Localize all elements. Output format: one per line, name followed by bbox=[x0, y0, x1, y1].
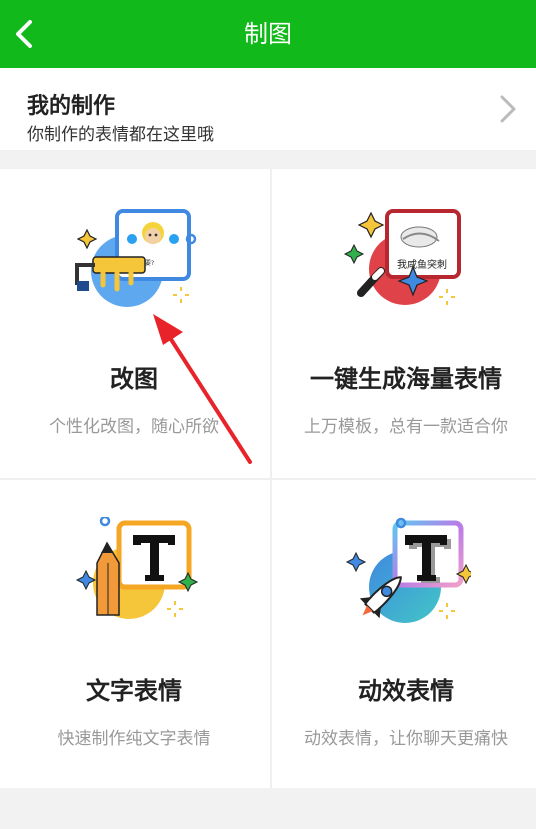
tools-grid: 不要? 改图 个性化改图，随心所欲 我咸鱼突刺 一键生成海量表情 上万模板，总有… bbox=[0, 169, 536, 788]
rocket-text-icon bbox=[345, 517, 471, 623]
tool-text-meme[interactable]: 文字表情 快速制作纯文字表情 bbox=[0, 481, 268, 790]
pencil-text-icon bbox=[75, 517, 199, 619]
my-creations-row[interactable]: 我的制作 你制作的表情都在这里哦 bbox=[0, 68, 536, 150]
top-bar: 制图 bbox=[0, 0, 536, 68]
tool-name: 文字表情 bbox=[86, 677, 182, 705]
tool-edit-image[interactable]: 不要? 改图 个性化改图，随心所欲 bbox=[0, 169, 268, 478]
magic-wand-template-icon: 我咸鱼突刺 bbox=[343, 209, 461, 305]
grid-divider-horizontal bbox=[0, 478, 536, 480]
my-creations-subtitle: 你制作的表情都在这里哦 bbox=[27, 125, 214, 145]
tool-desc: 动效表情，让你聊天更痛快 bbox=[304, 729, 508, 749]
tool-name: 一键生成海量表情 bbox=[310, 365, 502, 393]
my-creations-title: 我的制作 bbox=[27, 94, 116, 119]
chevron-right-icon bbox=[500, 95, 516, 123]
tool-one-click-generate[interactable]: 我咸鱼突刺 一键生成海量表情 上万模板，总有一款适合你 bbox=[272, 169, 536, 478]
page-title: 制图 bbox=[244, 20, 292, 48]
paint-roller-meme-icon: 不要? bbox=[75, 209, 197, 307]
tool-name: 动效表情 bbox=[358, 677, 454, 705]
template-meme-caption: 我咸鱼突刺 bbox=[397, 258, 447, 271]
tool-name: 改图 bbox=[110, 365, 158, 393]
tool-desc: 个性化改图，随心所欲 bbox=[49, 417, 219, 437]
tool-desc: 上万模板，总有一款适合你 bbox=[304, 417, 508, 437]
tool-animated-meme[interactable]: 动效表情 动效表情，让你聊天更痛快 bbox=[272, 481, 536, 790]
tool-desc: 快速制作纯文字表情 bbox=[57, 729, 211, 749]
